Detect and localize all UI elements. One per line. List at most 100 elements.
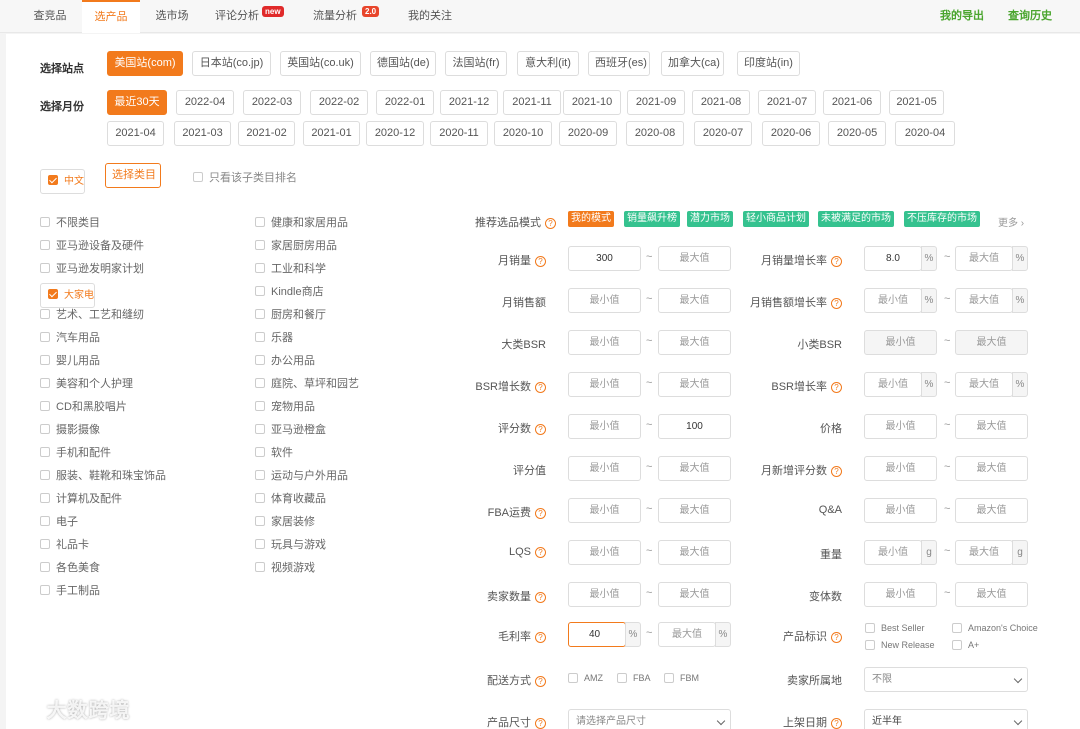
category-item[interactable]: Kindle商店: [255, 283, 324, 299]
site-option-it[interactable]: 意大利(it): [517, 51, 579, 76]
month-option[interactable]: 2021-03: [174, 121, 231, 146]
help-icon[interactable]: ?: [535, 255, 546, 267]
category-item[interactable]: 亚马逊发明家计划: [40, 260, 144, 276]
filter-bsr_growth_rate-max-input[interactable]: 最大值: [955, 372, 1013, 397]
filter-qa-max-input[interactable]: 最大值: [955, 498, 1028, 523]
filter-weight-max-input[interactable]: 最大值: [955, 540, 1013, 565]
month-option[interactable]: 2021-04: [107, 121, 164, 146]
filter-rating_count-min-input[interactable]: 最小值: [568, 414, 641, 439]
filter-sub_bsr-max-input[interactable]: 最大值: [955, 330, 1028, 355]
filter-monthly_revenue_growth-max-input[interactable]: 最大值: [955, 288, 1013, 313]
month-option[interactable]: 2021-12: [440, 90, 498, 115]
month-option[interactable]: 2022-04: [176, 90, 234, 115]
month-option[interactable]: 2020-04: [895, 121, 955, 146]
filter-monthly_revenue-min-input[interactable]: 最小值: [568, 288, 641, 313]
mode-tag-sales-surge[interactable]: 销量飙升榜: [624, 211, 680, 227]
category-item[interactable]: 工业和科学: [255, 260, 326, 276]
site-option-us[interactable]: 美国站(com): [107, 51, 183, 76]
category-item[interactable]: 手工制品: [40, 582, 100, 598]
category-item[interactable]: 不限类目: [40, 214, 100, 230]
help-icon[interactable]: ?: [535, 717, 546, 729]
badge-a-plus[interactable]: A+: [952, 639, 979, 650]
badge-new-release[interactable]: New Release: [865, 639, 935, 650]
month-option[interactable]: 2020-06: [762, 121, 820, 146]
category-item[interactable]: 庭院、草坪和园艺: [255, 375, 359, 391]
month-option[interactable]: 2021-01: [303, 121, 360, 146]
badge-best-seller[interactable]: Best Seller: [865, 622, 925, 633]
category-item[interactable]: 软件: [255, 444, 293, 460]
category-item[interactable]: 美容和个人护理: [40, 375, 133, 391]
filter-monthly_new_ratings-max-input[interactable]: 最大值: [955, 456, 1028, 481]
filter-monthly_revenue_growth-min-input[interactable]: 最小值: [864, 288, 922, 313]
month-option[interactable]: 2020-11: [430, 121, 488, 146]
category-item[interactable]: 计算机及配件: [40, 490, 122, 506]
help-icon[interactable]: ?: [535, 675, 546, 687]
month-option[interactable]: 2020-09: [559, 121, 617, 146]
filter-margin-min-input[interactable]: 40: [568, 622, 626, 647]
filter-price-min-input[interactable]: 最小值: [864, 414, 937, 439]
only-rank-option[interactable]: 只看该子类目排名: [193, 169, 297, 185]
filter-monthly_new_ratings-min-input[interactable]: 最小值: [864, 456, 937, 481]
category-item[interactable]: 乐器: [255, 329, 293, 345]
filter-fba_fee-min-input[interactable]: 最小值: [568, 498, 641, 523]
category-item[interactable]: 宠物用品: [255, 398, 315, 414]
help-icon[interactable]: ?: [535, 631, 546, 643]
category-item[interactable]: 亚马逊设备及硬件: [40, 237, 144, 253]
tab-review-analysis[interactable]: 评论分析: [208, 0, 266, 33]
category-item[interactable]: 摄影摄像: [40, 421, 100, 437]
filter-weight-min-input[interactable]: 最小值: [864, 540, 922, 565]
help-icon[interactable]: ?: [535, 591, 546, 603]
month-option[interactable]: 2021-09: [627, 90, 685, 115]
filter-bsr_growth-min-input[interactable]: 最小值: [568, 372, 641, 397]
site-option-fr[interactable]: 法国站(fr): [445, 51, 507, 76]
query-history-link[interactable]: 查询历史: [1008, 0, 1052, 33]
filter-monthly_sales_growth-min-input[interactable]: 8.0: [864, 246, 922, 271]
filter-seller_count-min-input[interactable]: 最小值: [568, 582, 641, 607]
filter-price-max-input[interactable]: 最大值: [955, 414, 1028, 439]
lang-option[interactable]: 中文: [40, 169, 85, 194]
category-item[interactable]: 视频游戏: [255, 559, 315, 575]
category-item[interactable]: 婴儿用品: [40, 352, 100, 368]
site-option-in[interactable]: 印度站(in): [737, 51, 800, 76]
filter-variants-max-input[interactable]: 最大值: [955, 582, 1028, 607]
category-item[interactable]: 家居装修: [255, 513, 315, 529]
category-item[interactable]: 亚马逊橙盒: [255, 421, 326, 437]
mode-tag-unmet[interactable]: 未被满足的市场: [818, 211, 894, 227]
month-option[interactable]: 2020-10: [494, 121, 552, 146]
seller-location-select[interactable]: 不限: [864, 667, 1028, 692]
ship-fbm[interactable]: FBM: [664, 672, 699, 683]
ship-fba[interactable]: FBA: [617, 672, 651, 683]
size-select[interactable]: 请选择产品尺寸: [568, 709, 731, 729]
site-option-es[interactable]: 西班牙(es): [588, 51, 650, 76]
category-item[interactable]: 运动与户外用品: [255, 467, 348, 483]
month-option[interactable]: 2021-10: [563, 90, 621, 115]
month-option[interactable]: 2021-02: [238, 121, 295, 146]
help-icon[interactable]: ?: [831, 717, 842, 729]
category-item[interactable]: 玩具与游戏: [255, 536, 326, 552]
month-option[interactable]: 2022-01: [376, 90, 434, 115]
month-option[interactable]: 2021-11: [503, 90, 561, 115]
month-option[interactable]: 2020-05: [828, 121, 886, 146]
help-icon[interactable]: ?: [545, 217, 556, 229]
category-item[interactable]: 大家电: [40, 283, 95, 308]
filter-main_bsr-min-input[interactable]: 最小值: [568, 330, 641, 355]
filter-lqs-min-input[interactable]: 最小值: [568, 540, 641, 565]
more-link[interactable]: 更多 ›: [998, 214, 1024, 229]
help-icon[interactable]: ?: [535, 423, 546, 435]
filter-variants-min-input[interactable]: 最小值: [864, 582, 937, 607]
filter-rating-min-input[interactable]: 最小值: [568, 456, 641, 481]
category-item[interactable]: CD和黑胶唱片: [40, 398, 127, 414]
help-icon[interactable]: ?: [831, 465, 842, 477]
badge-amazons-choice[interactable]: Amazon's Choice: [952, 622, 1038, 633]
help-icon[interactable]: ?: [831, 297, 842, 309]
site-option-uk[interactable]: 英国站(co.uk): [280, 51, 361, 76]
month-option[interactable]: 2020-07: [694, 121, 752, 146]
tab-my-follow[interactable]: 我的关注: [402, 0, 458, 33]
category-item[interactable]: 礼品卡: [40, 536, 89, 552]
month-option[interactable]: 2021-07: [758, 90, 816, 115]
tab-traffic-analysis[interactable]: 流量分析: [306, 0, 364, 33]
category-item[interactable]: 厨房和餐厅: [255, 306, 326, 322]
tab-search-competitor[interactable]: 查竞品: [22, 0, 78, 33]
category-item[interactable]: 服装、鞋靴和珠宝饰品: [40, 467, 166, 483]
listing-date-select[interactable]: 近半年: [864, 709, 1028, 729]
